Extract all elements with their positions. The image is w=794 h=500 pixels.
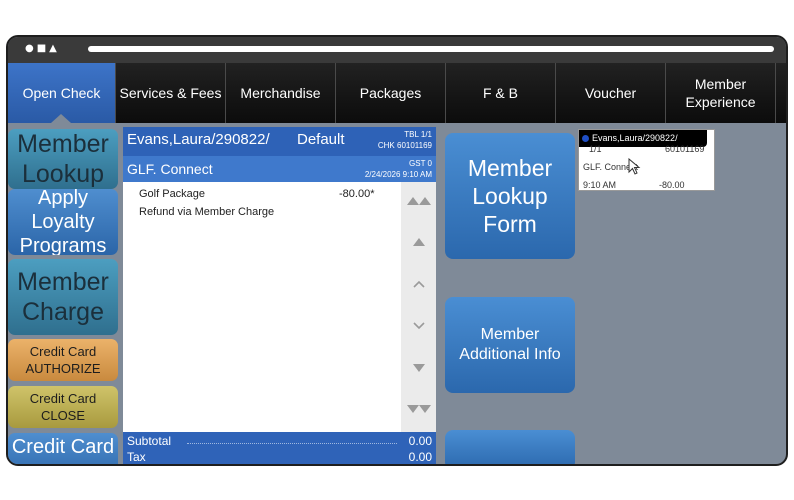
list-item[interactable]: Refund via Member Charge (139, 206, 274, 218)
tab-packages[interactable]: Packages (336, 63, 446, 123)
member-lookup-form-label: Member Lookup Form (467, 155, 553, 237)
chevron-down-icon[interactable] (401, 311, 436, 341)
tooltip-check: 60101169 (665, 144, 705, 154)
table-info: TBL 1/1 CHK 60101169 (378, 129, 432, 151)
active-tab-indicator (51, 114, 71, 123)
profile-label: Default (297, 131, 345, 148)
double-down-icon[interactable] (401, 395, 436, 425)
member-name: Evans,Laura/290822/ (127, 131, 270, 148)
tab-member-experience[interactable]: Member Experience (666, 63, 776, 123)
window-controls[interactable]: ●■▲ (25, 43, 60, 54)
tooltip-table: 1/1 (589, 144, 602, 154)
check-header: Evans,Laura/290822/ Default TBL 1/1 CHK … (123, 127, 436, 156)
app-window: ●■▲ Open Check Services & Fees Merchandi… (6, 35, 788, 466)
category-tabs: Open Check Services & Fees Merchandise P… (8, 63, 786, 123)
member-additional-info-label: Member Additional Info (459, 326, 561, 363)
member-tooltip: Evans,Laura/290822/ 1/1 60101169 GLF. Co… (578, 129, 715, 191)
tab-voucher[interactable]: Voucher (556, 63, 666, 123)
tab-services-fees[interactable]: Services & Fees (116, 63, 226, 123)
tooltip-time: 9:10 AM (583, 180, 617, 190)
cc-authorize-label-2: AUTHORIZE (25, 361, 101, 376)
cc-close-label-2: CLOSE (40, 408, 86, 423)
check-scrollbar (401, 182, 436, 432)
member-lookup-label: Member Lookup (17, 130, 109, 188)
gst-value: GST 0 (409, 159, 432, 168)
cc-authorize-button[interactable]: Credit Card AUTHORIZE (8, 339, 118, 381)
cc-close-label-1: Credit Card (29, 391, 97, 406)
tax-label: Tax (127, 450, 146, 464)
tooltip-amount: -80.00 (659, 180, 685, 190)
apply-loyalty-button[interactable]: Apply Loyalty Programs (8, 189, 118, 255)
cc-close-button[interactable]: Credit Card CLOSE (8, 386, 118, 428)
club-name: GLF. Connect (127, 161, 213, 177)
tax-row: Tax 0.00 (127, 450, 432, 464)
item-price: -80.00* (339, 188, 375, 200)
member-charge-label: Member Charge (17, 268, 109, 326)
member-additional-info-button[interactable]: Member Additional Info (445, 297, 575, 393)
check-subheader: GLF. Connect GST 0 2/24/2026 9:10 AM (123, 156, 436, 182)
tab-f-and-b[interactable]: F & B (446, 63, 556, 123)
member-lookup-form-button[interactable]: Member Lookup Form (445, 133, 575, 259)
subtotal-row: Subtotal 0.00 (127, 434, 432, 448)
check-items[interactable]: Golf Package -80.00* Refund via Member C… (123, 182, 401, 432)
mouse-cursor-icon (628, 158, 641, 175)
check-datetime: 2/24/2026 9:10 AM (364, 170, 432, 179)
dot-leader (187, 443, 397, 444)
subtotal-label: Subtotal (127, 434, 172, 448)
check-panel: Evans,Laura/290822/ Default TBL 1/1 CHK … (123, 127, 436, 464)
chevron-up-icon[interactable] (401, 269, 436, 299)
address-bar[interactable] (88, 46, 774, 52)
status-dot-icon (582, 135, 589, 142)
credit-card-button[interactable]: Credit Card (8, 433, 118, 464)
table-number: TBL 1/1 (404, 130, 432, 139)
credit-card-label: Credit Card (11, 436, 115, 458)
extra-action-button[interactable] (445, 430, 575, 464)
title-bar: ●■▲ (8, 37, 786, 63)
list-item[interactable]: Golf Package (139, 188, 205, 200)
cc-authorize-label-1: Credit Card (29, 344, 97, 359)
check-totals: Subtotal 0.00 Tax 0.00 (123, 432, 436, 464)
scroll-down-icon[interactable] (401, 353, 436, 383)
tab-merchandise[interactable]: Merchandise (226, 63, 336, 123)
check-number: CHK 60101169 (377, 141, 432, 150)
tooltip-member: Evans,Laura/290822/ (592, 133, 678, 143)
gst-info: GST 0 2/24/2026 9:10 AM (365, 158, 432, 180)
tax-value: 0.00 (408, 450, 432, 464)
scroll-up-icon[interactable] (401, 227, 436, 257)
apply-loyalty-label: Apply Loyalty Programs (19, 189, 107, 255)
member-lookup-button[interactable]: Member Lookup (8, 129, 118, 189)
subtotal-value: 0.00 (408, 434, 432, 448)
double-up-icon[interactable] (401, 185, 436, 215)
member-charge-button[interactable]: Member Charge (8, 259, 118, 335)
